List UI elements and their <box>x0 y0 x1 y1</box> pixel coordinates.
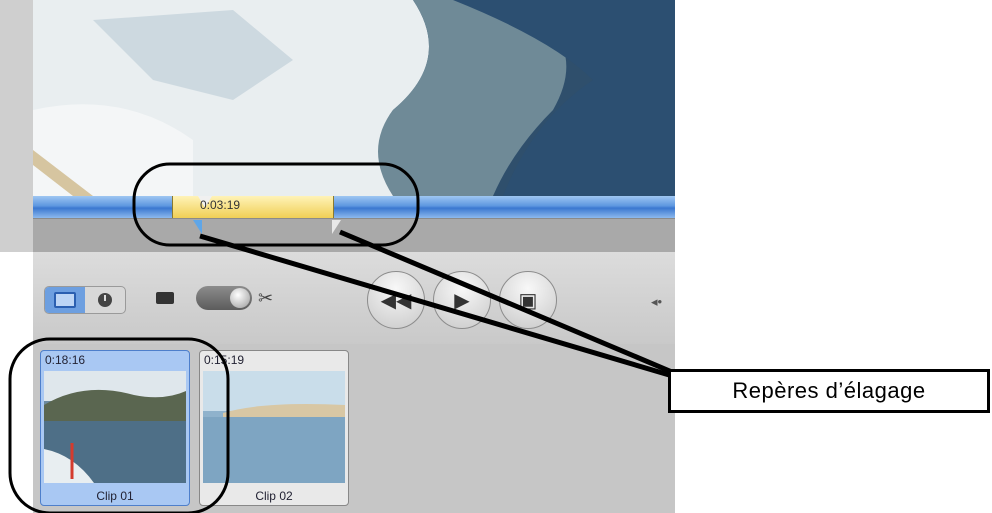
annotation-callout: Repères d’élagage <box>668 369 990 413</box>
callout-line-out <box>339 229 673 375</box>
callout-line-in <box>199 233 677 380</box>
clip-highlight-oval <box>8 337 230 513</box>
scrubber-highlight-oval <box>132 162 420 247</box>
annotation-overlay <box>8 162 677 513</box>
